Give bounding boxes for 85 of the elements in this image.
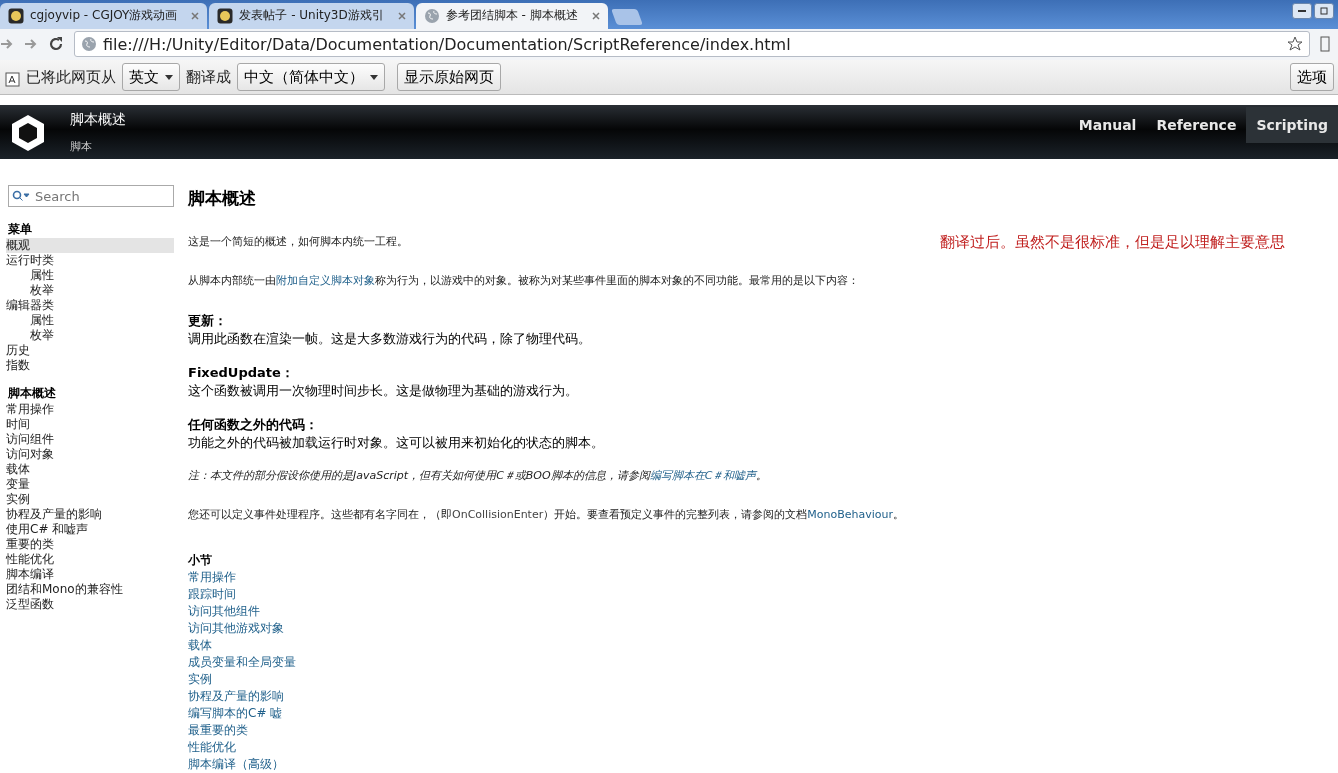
subsection-link[interactable]: 性能优化	[188, 739, 236, 756]
sidebar-item[interactable]: 编辑器类	[6, 298, 174, 313]
subsection-link[interactable]: 访问其他组件	[188, 603, 260, 620]
nav-link[interactable]: Manual	[1068, 107, 1147, 144]
page-title: 脚本概述	[70, 110, 127, 129]
sidebar-item[interactable]: 访问组件	[6, 432, 174, 447]
sidebar-item[interactable]: 使用C# 和嘘声	[6, 522, 174, 537]
annotation-text: 翻译过后。虽然不是很标准，但是足以理解主要意思	[940, 233, 1286, 252]
subsection-link[interactable]: 成员变量和全局变量	[188, 654, 296, 671]
nav-link[interactable]: Scripting	[1246, 107, 1338, 144]
paragraph: 您还可以定义事件处理程序。这些都有名字同在，（即OnCollisionEnter）开始。要查看预定义事件的完整列表，请参阅的文档MonoBehaviour。	[188, 507, 904, 522]
site-icon	[8, 7, 24, 24]
show-original-button[interactable]: 显示原始网页	[397, 63, 501, 92]
sidebar-item[interactable]: 载体	[6, 462, 174, 477]
term-heading: FixedUpdate：	[188, 364, 294, 382]
term-heading: 更新：	[188, 312, 227, 330]
article-title: 脚本概述	[188, 187, 257, 210]
subsection-link[interactable]: 编写脚本的C# 嘘	[188, 705, 283, 722]
breadcrumb: 脚本	[70, 138, 93, 154]
sidebar-heading: 菜单	[8, 221, 33, 238]
sidebar-item[interactable]: 实例	[6, 492, 174, 507]
sidebar-item[interactable]: 历史	[6, 343, 174, 358]
term-heading: 任何函数之外的代码：	[188, 416, 318, 434]
text-link[interactable]: 附加自定义脚本对象	[276, 274, 375, 287]
search-field[interactable]: Search	[8, 185, 174, 207]
site-icon	[217, 7, 234, 24]
sidebar-item[interactable]: 泛型函数	[6, 597, 174, 612]
globe-icon	[81, 36, 97, 53]
subsection-link[interactable]: 访问其他游戏对象	[188, 620, 284, 637]
close-icon[interactable]	[397, 11, 406, 20]
caret-icon	[370, 74, 378, 80]
sidebar-item[interactable]: 运行时类	[6, 253, 174, 268]
sidebar-item[interactable]: 枚举	[6, 283, 174, 298]
sidebar-item[interactable]: 脚本编译	[6, 567, 174, 582]
maximize-icon	[1320, 7, 1328, 15]
subsection-link[interactable]: 最重要的类	[188, 722, 248, 739]
sidebar-item[interactable]: 性能优化	[6, 552, 174, 567]
options-button[interactable]: 选项	[1290, 63, 1334, 92]
sidebar-item[interactable]: 指数	[6, 358, 174, 373]
close-icon[interactable]	[591, 11, 600, 20]
sidebar-item[interactable]: 常用操作	[6, 402, 174, 417]
subsection-link[interactable]: 协程及产量的影响	[188, 688, 284, 705]
globe-icon	[423, 7, 440, 24]
term-description: 调用此函数在渲染一帧。这是大多数游戏行为的代码，除了物理代码。	[188, 330, 591, 348]
minimize-button[interactable]	[1292, 3, 1312, 19]
subsection-link[interactable]: 跟踪时间	[188, 586, 236, 603]
target-language-dropdown[interactable]: 中文（简体中文）	[237, 63, 385, 92]
sidebar-item[interactable]: 团结和Mono的兼容性	[6, 582, 174, 597]
sidebar-item[interactable]: 时间	[6, 417, 174, 432]
star-icon[interactable]	[1287, 36, 1303, 53]
note-text: 注：本文件的部分假设你使用的是JavaScript，但有关如何使用C＃或BOO脚本的信息，请参阅编写脚本在C＃和嘘声。	[188, 468, 768, 483]
translate-label: 已将此网页从	[26, 67, 116, 87]
nav-link[interactable]: Reference	[1146, 107, 1247, 144]
sidebar-item[interactable]: 概观	[6, 238, 174, 253]
subsection-link[interactable]: 常用操作	[188, 569, 236, 586]
term-description: 这个函数被调用一次物理时间步长。这是做物理为基础的游戏行为。	[188, 382, 578, 400]
subsection-link[interactable]: 载体	[188, 637, 212, 654]
source-language-dropdown[interactable]: 英文	[122, 63, 180, 92]
sidebar-item[interactable]: 变量	[6, 477, 174, 492]
reload-icon[interactable]	[48, 36, 64, 53]
sidebar-item[interactable]: 协程及产量的影响	[6, 507, 174, 522]
sidebar-item[interactable]: 重要的类	[6, 537, 174, 552]
sidebar-heading: 脚本概述	[8, 385, 57, 402]
paragraph: 这是一个简短的概述，如何脚本内统一工程。	[188, 234, 408, 249]
search-icon	[12, 190, 30, 202]
address-bar[interactable]: file:///H:/Unity/Editor/Data/Documentation/Documentation/ScriptReference/index.html	[74, 31, 1310, 58]
term-description: 功能之外的代码被加载运行时对象。这可以被用来初始化的状态的脚本。	[188, 434, 604, 452]
sidebar-item[interactable]: 属性	[6, 268, 174, 283]
browser-tab[interactable]: 发表帖子 - Unity3D游戏引	[209, 2, 414, 29]
sidebar-item[interactable]: 属性	[6, 313, 174, 328]
text-link[interactable]: 编写脚本在C＃和嘘声	[649, 469, 757, 482]
browser-tab[interactable]: 参考团结脚本 - 脚本概述	[415, 2, 608, 29]
sidebar-item[interactable]: 枚举	[6, 328, 174, 343]
text-link[interactable]: MonoBehaviour	[807, 508, 893, 521]
minimize-icon	[1298, 10, 1306, 12]
subsection-link[interactable]: 实例	[188, 671, 212, 688]
section-heading: 小节	[188, 552, 213, 569]
caret-icon	[165, 74, 173, 80]
browser-tab[interactable]: cgjoyvip - CGJOY游戏动画	[0, 2, 208, 29]
new-tab-button[interactable]	[610, 8, 643, 25]
close-icon[interactable]	[191, 11, 200, 20]
translate-label: 翻译成	[186, 67, 231, 87]
paragraph: 从脚本内部统一由附加自定义脚本对象称为行为，以游戏中的对象。被称为对某些事件里面的脚本对象的不同功能。最常用的是以下内容：	[188, 273, 859, 288]
sidebar-item[interactable]: 访问对象	[6, 447, 174, 462]
subsection-link[interactable]: 脚本编译（高级）	[188, 756, 284, 773]
